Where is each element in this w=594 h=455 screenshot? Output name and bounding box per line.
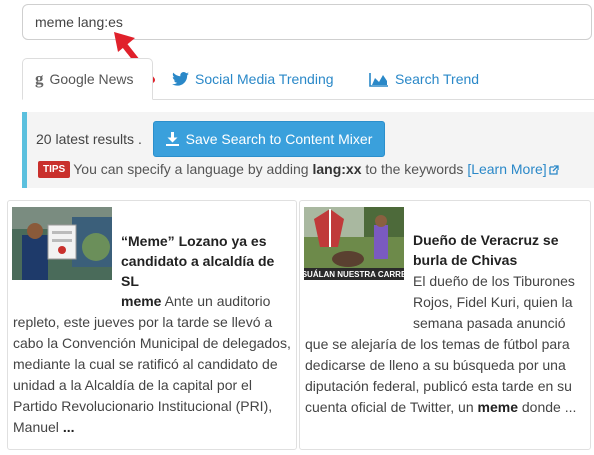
tips-text: You can specify a language by adding [73,161,313,177]
twitter-bird-icon [172,72,189,86]
results-info-panel: 20 latest results . Save Search to Conte… [22,112,594,188]
tips-keyword: lang:xx [312,161,362,177]
save-button-label: Save Search to Content Mixer [185,131,373,147]
tab-search-trend[interactable]: Search Trend [369,58,479,100]
save-search-button[interactable]: Save Search to Content Mixer [153,121,385,157]
learn-more-label: [Learn More] [467,161,547,177]
external-link-icon [549,165,559,175]
article-thumbnail: SUÁLAN NUESTRA CARRE [304,207,404,280]
tab-label: Social Media Trending [195,71,334,87]
tab-social-media-trending[interactable]: Social Media Trending [172,58,334,100]
snippet-text: donde ... [517,399,577,415]
snippet-text: El dueño de los Tiburones Rojos, Fidel K… [413,273,575,331]
tips-text-post: to the keywords [361,161,468,177]
snippet-ellipsis: ... [62,419,75,435]
article-title[interactable]: “Meme” Lozano ya es candidato a alcaldía… [121,231,291,291]
tips-row: TIPS You can specify a language by adding… [38,161,559,178]
article-title[interactable]: Dueño de Veracruz se burla de Chivas [413,230,585,270]
learn-more-link[interactable]: [Learn More] [467,161,559,177]
tab-label: Google News [49,71,134,87]
tips-badge: TIPS [38,161,71,178]
article-snippet: meme Ante un auditorio repleto, este jue… [13,291,295,438]
results-count: 20 latest results . [36,131,142,147]
snippet-keyword: meme [121,293,162,309]
area-chart-icon [369,72,389,87]
google-g-icon: g [35,69,44,88]
article-thumbnail [12,207,112,280]
tab-label: Search Trend [395,71,480,87]
article-card[interactable]: SUÁLAN NUESTRA CARRE Dueño de Veracruz s… [299,200,591,450]
article-snippet: El dueño de los Tiburones Rojos, Fidel K… [305,271,589,418]
download-icon [165,132,179,146]
source-tabs: g Google News Social Media Trending Sear… [22,58,594,100]
snippet-keyword: meme [477,399,518,415]
snippet-text: Ante un auditorio repleto, este jueves p… [13,293,291,435]
article-card[interactable]: “Meme” Lozano ya es candidato a alcaldía… [7,200,297,450]
tab-google-news[interactable]: g Google News [22,58,153,100]
